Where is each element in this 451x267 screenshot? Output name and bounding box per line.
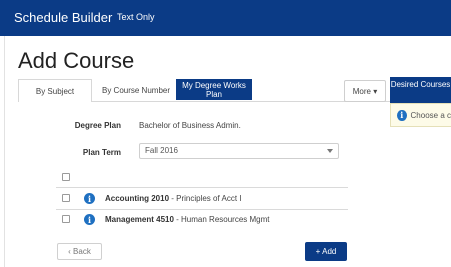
course-info-icon[interactable]: i — [84, 214, 95, 225]
course-info-icon[interactable]: i — [84, 193, 95, 204]
desired-courses-header: Desired Courses — [390, 77, 451, 103]
plan-term-select[interactable]: Fall 2016 — [139, 143, 339, 159]
back-button[interactable]: ‹ Back — [57, 243, 102, 260]
chevron-down-icon — [327, 149, 333, 153]
degree-plan-label: Degree Plan — [74, 121, 121, 130]
text-only-link[interactable]: Text Only — [117, 12, 155, 22]
tab-by-subject[interactable]: By Subject — [18, 79, 92, 102]
course-label: Accounting 2010 - Principles of Acct I — [105, 194, 241, 203]
degree-plan-value: Bachelor of Business Admin. — [139, 121, 241, 130]
tab-my-degree-works-plan[interactable]: My Degree Works Plan — [176, 79, 252, 100]
add-button[interactable]: + Add — [305, 242, 347, 261]
desired-courses-hint-text: Choose a c — [410, 110, 451, 120]
course-checkbox[interactable] — [62, 194, 70, 202]
tab-by-course-number[interactable]: By Course Number — [98, 79, 174, 102]
select-all-checkbox[interactable] — [62, 173, 70, 181]
course-row: i Management 4510 - Human Resources Mgmt — [56, 210, 348, 230]
more-menu-button[interactable]: More ▾ — [344, 80, 386, 102]
app-title[interactable]: Schedule Builder — [14, 10, 112, 25]
desired-courses-hint: i Choose a c — [390, 103, 451, 127]
course-label: Management 4510 - Human Resources Mgmt — [105, 215, 270, 224]
course-row: i Accounting 2010 - Principles of Acct I — [56, 189, 348, 209]
divider — [56, 187, 348, 188]
info-icon: i — [397, 109, 407, 121]
plan-term-label: Plan Term — [82, 148, 121, 157]
panel-border — [4, 36, 5, 267]
course-code: Management 4510 — [105, 215, 174, 224]
course-checkbox[interactable] — [62, 215, 70, 223]
course-title: - Human Resources Mgmt — [173, 215, 270, 224]
course-title: - Principles of Acct I — [169, 194, 242, 203]
top-navigation-bar: Schedule Builder Text Only — [0, 0, 451, 36]
course-code: Accounting 2010 — [105, 194, 170, 203]
page-title: Add Course — [18, 48, 135, 73]
plan-term-selected-value: Fall 2016 — [145, 146, 178, 155]
course-search-tabs: By Subject By Course Number My Degree Wo… — [18, 79, 393, 102]
